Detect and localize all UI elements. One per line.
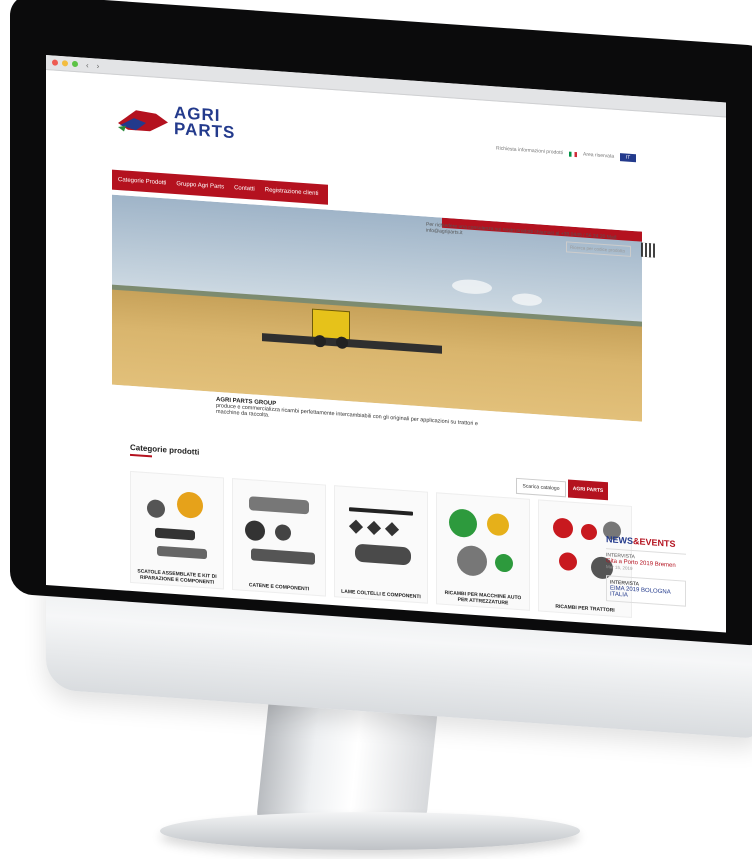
chain-parts-image (239, 485, 319, 571)
agri-parts-logo-icon[interactable] (116, 103, 170, 137)
section-underline (130, 453, 152, 458)
machine-parts-image (443, 500, 523, 586)
back-arrow-icon[interactable]: ‹ (86, 60, 89, 69)
product-card-label: LAME COLTELLI E COMPONENTI (341, 588, 421, 601)
news-title-part-1: NEWS (606, 534, 633, 547)
combine-wheel (314, 334, 326, 348)
product-card[interactable]: CATENE E COMPONENTI (232, 478, 326, 597)
combine-harvester-image (262, 308, 442, 354)
product-card-label: RICAMBI PER MACCHINE AUTO PER ATTREZZATU… (444, 589, 522, 607)
brand-wordmark[interactable]: AGRI PARTS (174, 103, 236, 143)
minimize-window-icon[interactable] (62, 60, 68, 67)
download-catalog-button[interactable]: Scarica catalogo (516, 477, 566, 498)
imac-stand-base (160, 812, 580, 850)
reserved-area-link[interactable]: Area riservata (583, 152, 614, 160)
product-card[interactable]: LAME COLTELLI E COMPONENTI (334, 485, 428, 604)
news-events-panel: NEWS&EVENTS INTERVISTA Gita a Porto 2019… (606, 534, 686, 607)
imac-screen: ‹ › AGRI PARTS Richiesta informazioni pr… (46, 55, 726, 633)
product-card[interactable]: SCATOLE ASSEMBLATE E KIT DI RIPARAZIONE … (130, 470, 224, 590)
news-events-title: NEWS&EVENTS (606, 534, 686, 550)
combine-wheel (336, 336, 348, 350)
imac-stand-neck (255, 700, 439, 830)
language-button[interactable]: IT (620, 153, 637, 163)
product-card-label: SCATOLE ASSEMBLATE E KIT DI RIPARAZIONE … (137, 568, 217, 586)
nav-item-contacts[interactable]: Contatti (234, 185, 255, 192)
italian-flag-icon[interactable] (568, 151, 577, 157)
news-item[interactable]: INTERVISTA EIMA 2019 BOLOGNA ITALIA (606, 575, 686, 607)
nav-item-categories[interactable]: Categorie Prodotti (118, 177, 166, 186)
product-card-label: RICAMBI PER TRATTORI (555, 603, 615, 614)
gearbox-parts-image (137, 478, 217, 564)
product-card-label: CATENE E COMPONENTI (248, 582, 310, 593)
qr-code-icon (641, 242, 655, 258)
blades-parts-image (341, 493, 421, 579)
nav-item-group[interactable]: Gruppo Agri Parts (176, 181, 224, 190)
brand-line-2: PARTS (174, 118, 236, 143)
hero-banner (112, 194, 642, 422)
forward-arrow-icon[interactable]: › (97, 61, 100, 70)
close-window-icon[interactable] (52, 59, 58, 66)
catalog-logo[interactable]: AGRI PARTS (568, 479, 608, 501)
nav-item-registration[interactable]: Registrazione clienti (265, 187, 319, 197)
product-card[interactable]: RICAMBI PER MACCHINE AUTO PER ATTREZZATU… (436, 492, 530, 611)
news-item[interactable]: INTERVISTA Gita a Porto 2019 Bremen Mar … (606, 548, 686, 575)
news-title-part-2: &EVENTS (633, 536, 676, 550)
maximize-window-icon[interactable] (72, 60, 78, 68)
